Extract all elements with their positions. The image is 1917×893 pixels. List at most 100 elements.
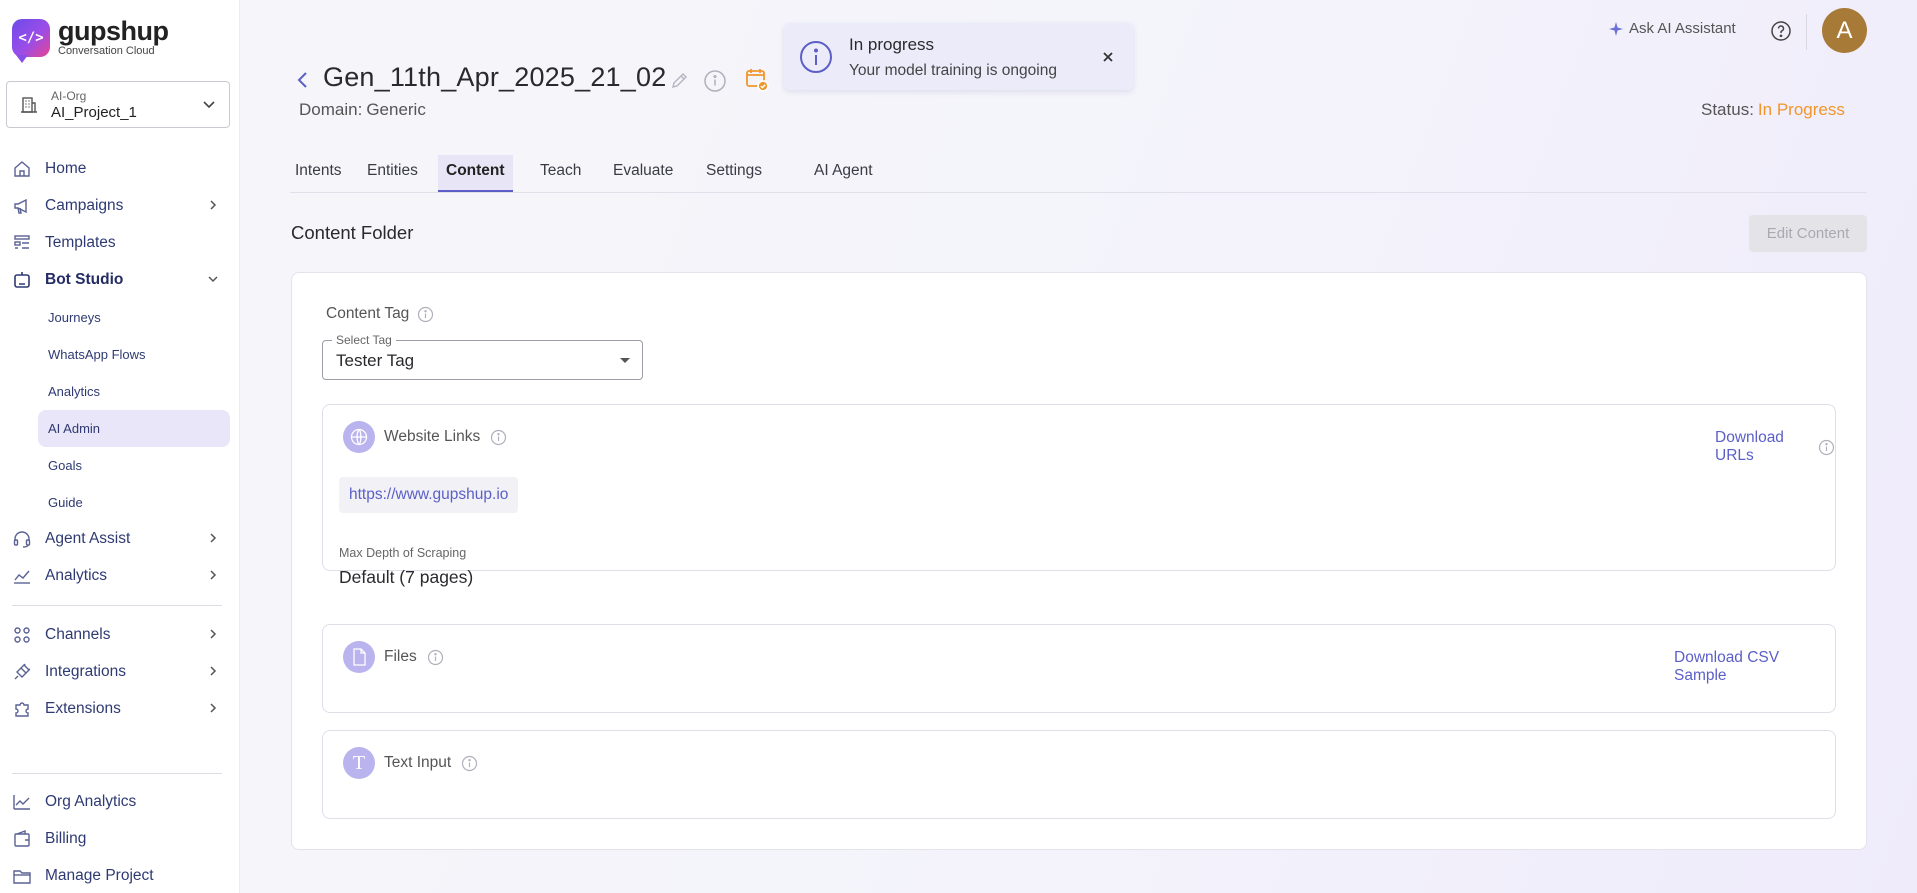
project-value: AI_Project_1 bbox=[51, 103, 137, 121]
home-icon bbox=[12, 159, 32, 179]
org-project-selector[interactable]: AI-Org AI_Project_1 bbox=[6, 81, 230, 128]
channels-icon bbox=[12, 625, 32, 645]
brand-tagline: Conversation Cloud bbox=[58, 45, 155, 57]
sidebar: </> gupshup Conversation Cloud AI-Org AI… bbox=[0, 0, 240, 893]
chevron-right-icon bbox=[206, 531, 220, 545]
sidebar-item-templates[interactable]: Templates bbox=[12, 227, 230, 259]
bot-icon bbox=[12, 270, 32, 290]
tab-entities[interactable]: Entities bbox=[367, 155, 418, 193]
sidebar-item-label: Channels bbox=[45, 626, 111, 643]
info-icon[interactable] bbox=[490, 429, 507, 446]
tab-evaluate[interactable]: Evaluate bbox=[613, 155, 673, 193]
sidebar-item-label: Org Analytics bbox=[45, 793, 137, 810]
tab-settings[interactable]: Settings bbox=[706, 155, 762, 193]
info-circle-icon bbox=[799, 40, 833, 74]
tab-ai-agent[interactable]: AI Agent bbox=[814, 155, 873, 193]
sidebar-subitem-ai-admin[interactable]: AI Admin bbox=[38, 410, 230, 447]
website-links-panel: Website Links Download URLs https://www.… bbox=[322, 404, 1836, 587]
building-icon bbox=[19, 95, 39, 115]
back-arrow-icon[interactable] bbox=[293, 70, 313, 90]
status-info: Status: In Progress bbox=[1701, 100, 1845, 120]
chevron-down-icon bbox=[201, 96, 217, 112]
sidebar-item-label: Templates bbox=[45, 234, 116, 251]
domain-value: Generic bbox=[366, 100, 426, 119]
training-toast: In progress Your model training is ongoi… bbox=[784, 23, 1133, 90]
gupshup-logo-icon: </> bbox=[12, 18, 50, 63]
sidebar-subitem-analytics[interactable]: Analytics bbox=[38, 373, 230, 410]
sidebar-item-extensions[interactable]: Extensions bbox=[12, 693, 230, 725]
tab-content[interactable]: Content bbox=[438, 155, 513, 193]
sidebar-item-integrations[interactable]: Integrations bbox=[12, 656, 230, 688]
globe-icon bbox=[343, 421, 375, 453]
sidebar-item-label: Campaigns bbox=[45, 197, 124, 214]
text-input-panel: T Text Input bbox=[322, 730, 1836, 819]
chevron-right-icon bbox=[206, 627, 220, 641]
info-icon[interactable] bbox=[1818, 439, 1835, 456]
max-depth-label: Max Depth of Scraping bbox=[339, 546, 467, 560]
help-icon[interactable] bbox=[1770, 20, 1792, 42]
puzzle-icon bbox=[12, 699, 32, 719]
sidebar-subitem-goals[interactable]: Goals bbox=[38, 447, 230, 484]
domain-info: Domain: Generic bbox=[299, 100, 426, 120]
sidebar-divider bbox=[12, 773, 222, 774]
sidebar-item-home[interactable]: Home bbox=[12, 153, 230, 185]
tabs-divider bbox=[290, 192, 1867, 193]
training-status-icon[interactable] bbox=[744, 67, 770, 93]
sidebar-item-org-analytics[interactable]: Org Analytics bbox=[12, 786, 230, 818]
tab-teach[interactable]: Teach bbox=[540, 155, 581, 193]
edit-content-button[interactable]: Edit Content bbox=[1749, 215, 1867, 252]
ask-ai-label: Ask AI Assistant bbox=[1629, 20, 1736, 37]
files-header: Files bbox=[343, 641, 444, 673]
website-links-header: Website Links bbox=[343, 421, 507, 453]
sidebar-item-label: Extensions bbox=[45, 700, 121, 717]
templates-icon bbox=[12, 233, 32, 253]
info-icon[interactable] bbox=[417, 306, 434, 323]
info-icon[interactable] bbox=[703, 69, 727, 93]
sidebar-item-manage-project[interactable]: Manage Project bbox=[12, 860, 230, 892]
sidebar-subitem-guide[interactable]: Guide bbox=[38, 484, 230, 521]
download-urls-link[interactable]: Download URLs bbox=[1715, 429, 1835, 465]
page-title: Gen_11th_Apr_2025_21_02 bbox=[323, 62, 667, 92]
plug-icon bbox=[12, 662, 32, 682]
tab-intents[interactable]: Intents bbox=[295, 155, 342, 193]
select-tag-dropdown[interactable]: Select Tag Tester Tag bbox=[322, 333, 643, 380]
sidebar-item-analytics[interactable]: Analytics bbox=[12, 560, 230, 592]
text-input-header: T Text Input bbox=[343, 747, 478, 779]
user-avatar[interactable]: A bbox=[1822, 8, 1867, 53]
content-tag-label: Content Tag bbox=[326, 305, 410, 322]
main-content: Ask AI Assistant A Gen_11th_Apr_2025_21_… bbox=[241, 0, 1917, 893]
info-icon[interactable] bbox=[427, 649, 444, 666]
status-label: Status: bbox=[1701, 100, 1754, 119]
megaphone-icon bbox=[12, 196, 32, 216]
chevron-right-icon bbox=[206, 198, 220, 212]
sidebar-item-label: Integrations bbox=[45, 663, 126, 680]
select-tag-legend: Select Tag bbox=[332, 333, 396, 347]
sidebar-item-label: Billing bbox=[45, 830, 87, 847]
chevron-down-icon bbox=[206, 272, 220, 286]
content-folder-title: Content Folder bbox=[291, 222, 414, 243]
ask-ai-assistant-button[interactable]: Ask AI Assistant bbox=[1608, 20, 1736, 37]
files-panel: Files Download CSV Sample bbox=[322, 624, 1836, 713]
pencil-icon[interactable] bbox=[670, 70, 690, 90]
sidebar-subitem-journeys[interactable]: Journeys bbox=[38, 299, 230, 336]
website-url-chip[interactable]: https://www.gupshup.io bbox=[339, 477, 519, 513]
select-tag-value: Tester Tag bbox=[336, 351, 415, 370]
website-links-title: Website Links bbox=[384, 428, 481, 445]
brand-name: gupshup bbox=[58, 16, 169, 46]
sidebar-item-bot-studio[interactable]: Bot Studio bbox=[12, 264, 230, 296]
content-tag-heading: Content Tag bbox=[326, 305, 434, 323]
info-icon[interactable] bbox=[461, 755, 478, 772]
sidebar-item-agent-assist[interactable]: Agent Assist bbox=[12, 523, 230, 555]
domain-label: Domain: bbox=[299, 100, 363, 119]
chevron-right-icon bbox=[206, 664, 220, 678]
max-depth-value: Default (7 pages) bbox=[339, 567, 474, 587]
sidebar-subitem-whatsapp-flows[interactable]: WhatsApp Flows bbox=[38, 336, 230, 373]
sidebar-item-channels[interactable]: Channels bbox=[12, 619, 230, 651]
close-icon[interactable] bbox=[1100, 49, 1116, 65]
download-csv-sample-link[interactable]: Download CSV Sample bbox=[1674, 649, 1835, 685]
file-icon bbox=[343, 641, 375, 673]
brand[interactable]: </> gupshup Conversation Cloud bbox=[12, 16, 169, 63]
status-value: In Progress bbox=[1757, 100, 1845, 119]
sidebar-item-campaigns[interactable]: Campaigns bbox=[12, 190, 230, 222]
sidebar-item-billing[interactable]: Billing bbox=[12, 823, 230, 855]
